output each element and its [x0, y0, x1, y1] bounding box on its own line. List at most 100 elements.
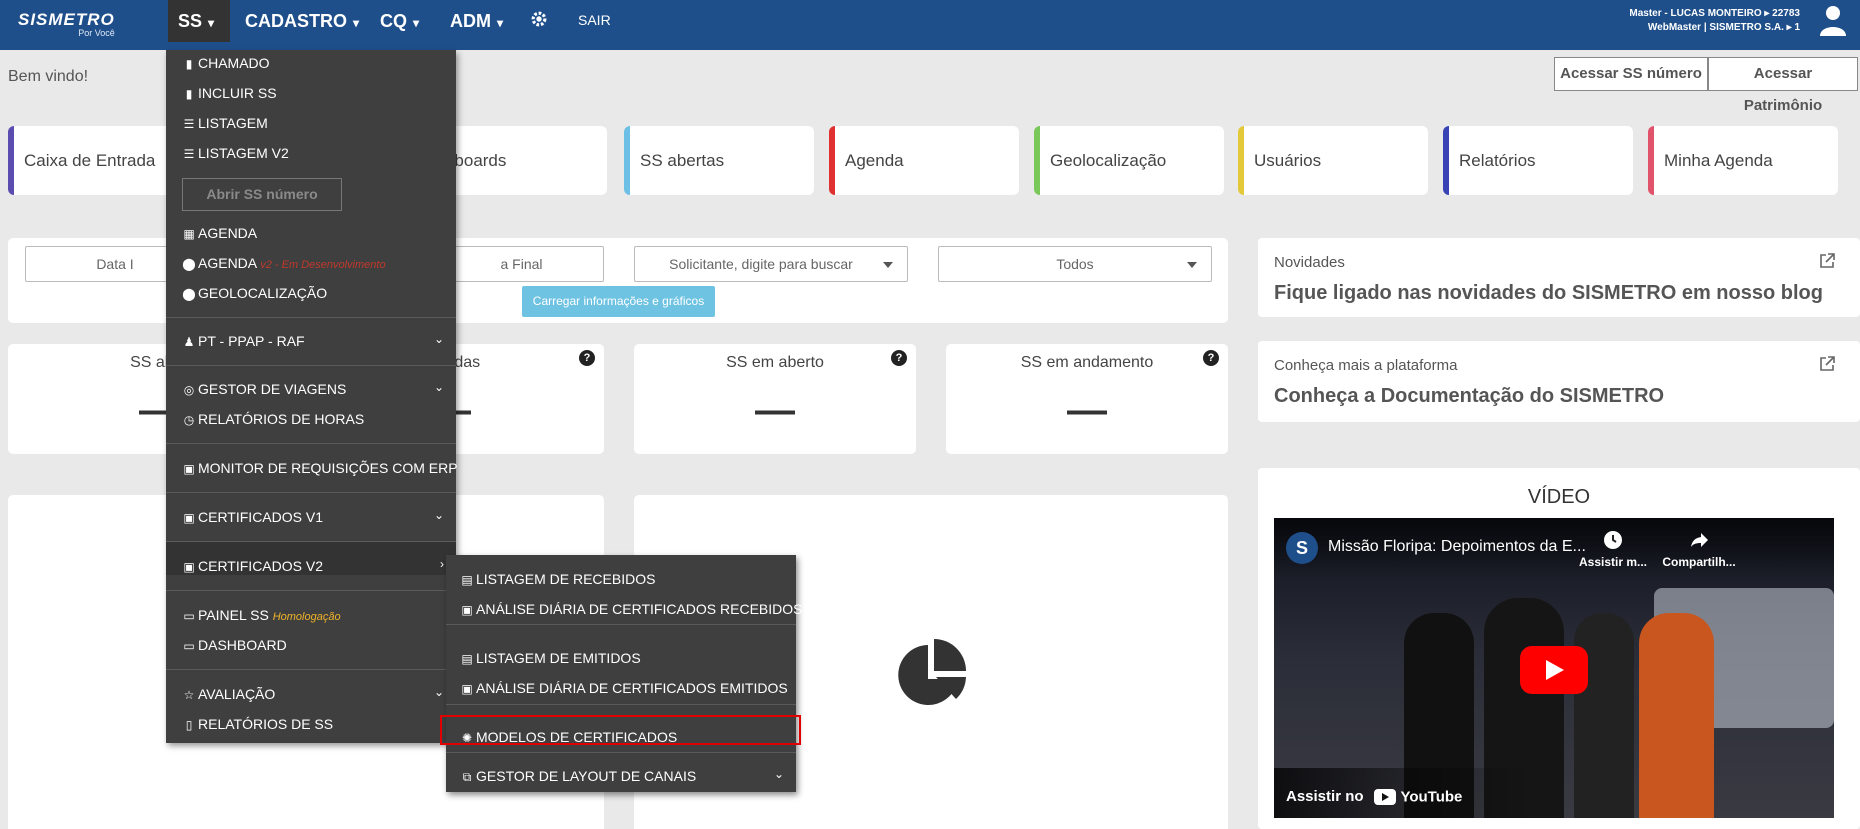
chevron-down-icon: ⌄: [433, 332, 444, 346]
stat-label: SS em aberto: [726, 354, 824, 371]
certificate-icon: ▣: [183, 462, 195, 476]
stat-value: —: [755, 388, 795, 432]
data-final-field[interactable]: a Final: [440, 246, 604, 282]
menu-item-label: LISTAGEM V2: [198, 145, 289, 161]
status-select[interactable]: Todos: [938, 246, 1212, 282]
chevron-down-icon: ▾: [497, 16, 504, 30]
menu-item-agenda[interactable]: ▦ AGENDA: [182, 222, 257, 244]
user-info[interactable]: Master - LUCAS MONTEIRO ▸ 22783 WebMaste…: [1629, 7, 1800, 35]
play-icon: [1546, 660, 1564, 680]
tile[interactable]: Usuários: [1238, 126, 1428, 195]
map-marker-icon: ⬤: [182, 287, 196, 301]
chevron-down-icon: ▾: [353, 16, 360, 30]
menu-item-label: DASHBOARD: [198, 637, 287, 653]
menu-item-painel-ss[interactable]: ▭ PAINEL SS Homologação: [182, 604, 340, 626]
menu-item-listagem-v2[interactable]: ☰ LISTAGEM V2: [182, 142, 289, 164]
sismetro-logo[interactable]: SISMETRO Por Você: [18, 10, 115, 38]
tile-label: Minha Agenda: [1664, 151, 1773, 170]
menu-item-relatorios-horas[interactable]: ◷ RELATÓRIOS DE HORAS: [182, 408, 364, 430]
submenu-item-analise-emitidos[interactable]: ▣ ANÁLISE DIÁRIA DE CERTIFICADOS EMITIDOS: [460, 677, 787, 699]
desktop-icon: ▭: [183, 609, 195, 623]
video-person: [1574, 613, 1634, 818]
nav-cq[interactable]: CQ ▾: [380, 0, 419, 42]
carregar-button[interactable]: Carregar informações e gráficos: [522, 286, 715, 317]
menu-item-listagem[interactable]: ☰ LISTAGEM: [182, 112, 268, 134]
share-button[interactable]: Compartilh...: [1659, 530, 1739, 569]
tile[interactable]: Agenda: [829, 126, 1019, 195]
menu-item-incluir-ss[interactable]: ▮ INCLUIR SS: [182, 82, 277, 104]
chevron-down-icon: ⌄: [433, 685, 444, 699]
share-label: Compartilh...: [1662, 555, 1736, 569]
novidades-title: Fique ligado nas novidades do SISMETRO e…: [1274, 282, 1823, 304]
menu-divider: [446, 624, 796, 625]
nav-cadastro[interactable]: CADASTRO ▾: [245, 0, 359, 42]
help-icon[interactable]: ?: [1203, 350, 1219, 366]
menu-divider: [166, 317, 456, 318]
gear-icon[interactable]: [530, 10, 548, 28]
stat-label: SS em andamento: [1020, 354, 1154, 371]
chevron-down-icon: ⌄: [433, 508, 444, 522]
menu-item-certificados-v1[interactable]: ▣ CERTIFICADOS V1: [182, 506, 323, 528]
plataforma-title: Conheça a Documentação do SISMETRO: [1274, 385, 1665, 407]
submenu-item-gestor-layout-canais[interactable]: ⧉ GESTOR DE LAYOUT DE CANAIS: [460, 765, 696, 787]
user-avatar-icon[interactable]: [1818, 4, 1848, 36]
tile[interactable]: Minha Agenda: [1648, 126, 1838, 195]
status-value: Todos: [1056, 256, 1094, 272]
caret-down-icon: [1187, 262, 1197, 268]
submenu-item-listagem-recebidos[interactable]: ▤ LISTAGEM DE RECEBIDOS: [460, 568, 655, 590]
menu-item-certificados-v2[interactable]: ▣ CERTIFICADOS V2: [182, 555, 323, 577]
acessar-ss-button[interactable]: Acessar SS número: [1554, 57, 1708, 91]
nav-ss-label: SS: [178, 11, 203, 31]
youtube-video-player[interactable]: S Missão Floripa: Depoimentos da E... As…: [1274, 518, 1834, 818]
menu-item-agenda-v2[interactable]: ⬤ AGENDA v2 - Em Desenvolvimento: [182, 252, 385, 274]
youtube-logo[interactable]: YouTube: [1374, 788, 1462, 806]
watch-later-button[interactable]: Assistir m...: [1578, 530, 1648, 569]
external-link-icon[interactable]: [1818, 252, 1836, 270]
menu-item-monitor-erp[interactable]: ▣ MONITOR DE REQUISIÇÕES COM ERP: [182, 457, 457, 479]
submenu-item-label: GESTOR DE LAYOUT DE CANAIS: [476, 768, 697, 784]
menu-item-chamado[interactable]: ▮ CHAMADO: [182, 52, 270, 74]
novidades-card[interactable]: Novidades Fique ligado nas novidades do …: [1258, 238, 1860, 317]
user-edit-icon: ♟: [183, 335, 195, 349]
menu-item-label: LISTAGEM: [198, 115, 268, 131]
plataforma-subtitle: Conheça mais a plataforma: [1274, 357, 1458, 374]
nav-adm[interactable]: ADM ▾: [450, 0, 503, 42]
tile[interactable]: Geolocalização: [1034, 126, 1224, 195]
pie-chart-icon: [898, 639, 966, 705]
acessar-patrimonio-button[interactable]: Acessar Patrimônio: [1708, 57, 1858, 114]
menu-item-label: AGENDA: [198, 255, 257, 271]
solicitante-select[interactable]: Solicitante, digite para buscar: [634, 246, 908, 282]
menu-item-pt-ppap-raf[interactable]: ♟ PT - PPAP - RAF: [182, 330, 305, 352]
plataforma-card[interactable]: Conheça mais a plataforma Conheça a Docu…: [1258, 341, 1860, 422]
video-title[interactable]: Missão Floripa: Depoimentos da E...: [1328, 538, 1586, 556]
menu-item-label: AGENDA: [198, 225, 258, 241]
menu-item-dashboard[interactable]: ▭ DASHBOARD: [182, 634, 287, 656]
submenu-item-analise-recebidos[interactable]: ▣ ANÁLISE DIÁRIA DE CERTIFICADOS RECEBIDO…: [460, 598, 802, 620]
watch-later-label: Assistir m...: [1578, 555, 1648, 569]
top-navbar: SISMETRO Por Você SS ▾ CADASTRO ▾ CQ ▾ ADM ▾…: [0, 0, 1860, 50]
menu-item-relatorios-ss[interactable]: ▯ RELATÓRIOS DE SS: [182, 713, 333, 735]
list-alt-icon: ▤: [461, 573, 473, 587]
tile[interactable]: SS abertas: [624, 126, 814, 195]
external-link-icon[interactable]: [1818, 355, 1836, 373]
submenu-item-listagem-emitidos[interactable]: ▤ LISTAGEM DE EMITIDOS: [460, 647, 640, 669]
help-icon[interactable]: ?: [891, 350, 907, 366]
youtube-icon: [1374, 788, 1396, 805]
nav-ss[interactable]: SS ▾: [168, 0, 230, 42]
menu-item-avaliacao[interactable]: ☆ AVALIAÇÃO: [182, 683, 276, 705]
logout-link[interactable]: SAIR: [578, 0, 611, 40]
map-marker-icon: ⬤: [182, 257, 196, 271]
abrir-ss-numero-input[interactable]: Abrir SS número: [182, 178, 342, 211]
menu-item-geolocalizacao[interactable]: ⬤ GEOLOCALIZAÇÃO: [182, 282, 327, 304]
channel-avatar-icon[interactable]: S: [1286, 532, 1318, 564]
watch-on-label: Assistir no: [1286, 788, 1364, 805]
logo-text: SISMETRO: [18, 10, 115, 29]
video-card: VÍDEO S Missão Floripa: Depoimentos da E…: [1258, 468, 1860, 829]
tile[interactable]: Relatórios: [1443, 126, 1633, 195]
menu-item-label: PT - PPAP - RAF: [198, 333, 305, 349]
menu-item-gestor-viagens[interactable]: ◎ GESTOR DE VIAGENS: [182, 378, 347, 400]
help-icon[interactable]: ?: [579, 350, 595, 366]
youtube-play-button[interactable]: [1520, 646, 1588, 694]
certificate-icon: ▣: [183, 560, 195, 574]
stat-card: SS em aberto — ?: [634, 344, 916, 454]
